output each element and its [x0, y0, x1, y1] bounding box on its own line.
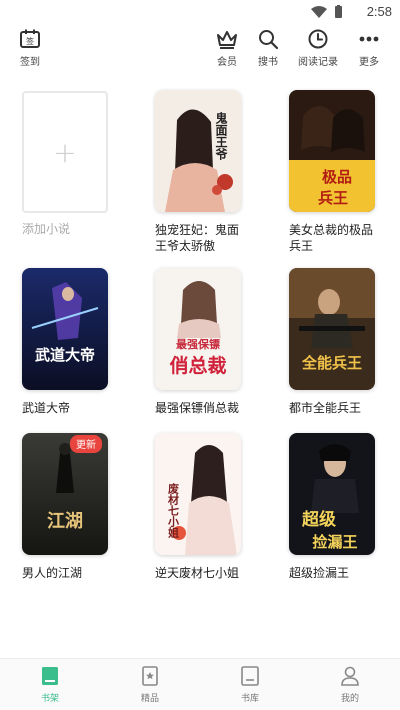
cover-title-text: 江湖: [47, 511, 83, 532]
book-item[interactable]: 极品 兵王 美女总裁的极品兵王: [289, 90, 399, 254]
featured-book-icon: [142, 666, 158, 686]
search-icon: [259, 30, 279, 50]
book-title: 男人的江湖: [22, 566, 83, 580]
book-cover-art: 超级 捡漏王: [289, 433, 375, 555]
status-time: 2:58: [366, 4, 392, 19]
tab-featured[interactable]: 精品: [100, 665, 200, 704]
book-cover[interactable]: 废材七小姐: [155, 433, 241, 555]
tab-shelf[interactable]: 书架: [0, 665, 100, 704]
signin-button[interactable]: 签 签到: [2, 28, 58, 68]
book-title: 美女总裁的极品兵王: [289, 223, 374, 253]
more-label: 更多: [359, 57, 379, 68]
book-item[interactable]: 全能兵王 都市全能兵王: [289, 268, 399, 416]
signin-label: 签到: [20, 57, 40, 68]
clock-icon: [308, 29, 328, 49]
cover-title-text: 超级: [302, 509, 336, 530]
book-cover-art: 废材七小姐: [155, 433, 241, 555]
tab-shelf-label: 书架: [40, 694, 59, 704]
book-item[interactable]: 鬼面王爷 独宠狂妃：鬼面王爷太骄傲: [155, 90, 265, 254]
plus-icon: +: [53, 135, 77, 169]
cover-title-text: 全能兵王: [301, 354, 362, 372]
book-cover-art: 极品 兵王: [289, 90, 375, 212]
tab-library[interactable]: 书库: [200, 665, 300, 704]
book-item[interactable]: 超级 捡漏王 超级捡漏王: [289, 433, 399, 581]
book-item[interactable]: 废材七小姐 逆天废材七小姐: [155, 433, 265, 581]
search-label: 搜书: [258, 57, 278, 68]
search-button[interactable]: 搜书: [240, 28, 296, 68]
book-cover[interactable]: 江湖 更新: [22, 433, 108, 555]
add-novel-button[interactable]: +: [22, 91, 108, 213]
more-dots-icon: [359, 36, 379, 42]
cover-title-text: 捡漏王: [312, 533, 357, 551]
book-title: 超级捡漏王: [289, 566, 350, 580]
top-toolbar: 签 签到 会员 搜书 阅读记录 更多: [0, 28, 400, 72]
book-cover-art: 鬼面王爷: [155, 90, 241, 212]
book-cover-art: 最强保镖 俏总裁: [155, 268, 241, 390]
cover-title-text: 废材七小姐: [167, 482, 181, 539]
book-cover[interactable]: 最强保镖 俏总裁: [155, 268, 241, 390]
bottom-nav: 书架 精品 书库 我的: [0, 658, 400, 710]
more-button[interactable]: 更多: [341, 28, 397, 68]
add-novel-label: 添加小说: [22, 222, 71, 236]
add-novel-card[interactable]: + 添加小说: [22, 91, 132, 237]
library-icon: [241, 666, 259, 686]
tab-library-label: 书库: [240, 694, 259, 704]
book-title: 都市全能兵王: [289, 401, 362, 415]
history-button[interactable]: 阅读记录: [290, 28, 346, 68]
status-bar: 2:58: [0, 0, 400, 24]
book-cover[interactable]: 鬼面王爷: [155, 90, 241, 212]
book-title: 武道大帝: [22, 401, 71, 415]
book-cover-art: 武道大帝: [22, 268, 108, 390]
book-title: 独宠狂妃：鬼面王爷太骄傲: [155, 223, 240, 253]
book-cover[interactable]: 超级 捡漏王: [289, 433, 375, 555]
user-icon: [341, 666, 359, 686]
cover-title-text: 鬼面王爷: [214, 111, 228, 161]
book-title: 最强保镖俏总裁: [155, 401, 240, 415]
calendar-icon: 签: [20, 29, 40, 48]
tab-mine-label: 我的: [340, 694, 359, 704]
book-item[interactable]: 武道大帝 武道大帝: [22, 268, 132, 416]
svg-text:签: 签: [26, 36, 34, 46]
book-cover[interactable]: 全能兵王: [289, 268, 375, 390]
cover-title-text: 极品: [322, 168, 352, 186]
signal-battery-icons: [311, 5, 342, 18]
cover-title-text: 最强保镖: [176, 337, 220, 351]
cover-title-text: 武道大帝: [35, 346, 95, 364]
book-cover[interactable]: 武道大帝: [22, 268, 108, 390]
tab-featured-label: 精品: [140, 694, 159, 704]
tab-mine[interactable]: 我的: [300, 665, 400, 704]
cover-title-text: 兵王: [318, 189, 348, 207]
bookshelf-icon: [42, 667, 58, 685]
book-cover[interactable]: 极品 兵王: [289, 90, 375, 212]
history-label: 阅读记录: [298, 57, 338, 68]
book-item[interactable]: 最强保镖 俏总裁 最强保镖俏总裁: [155, 268, 265, 416]
book-cover-art: 全能兵王: [289, 268, 375, 390]
cover-title-text: 俏总裁: [169, 354, 226, 377]
book-item[interactable]: 江湖 更新 男人的江湖: [22, 433, 132, 581]
member-label: 会员: [217, 57, 237, 68]
book-title: 逆天废材七小姐: [155, 566, 240, 580]
update-badge: 更新: [70, 435, 102, 453]
crown-icon: [217, 31, 237, 49]
